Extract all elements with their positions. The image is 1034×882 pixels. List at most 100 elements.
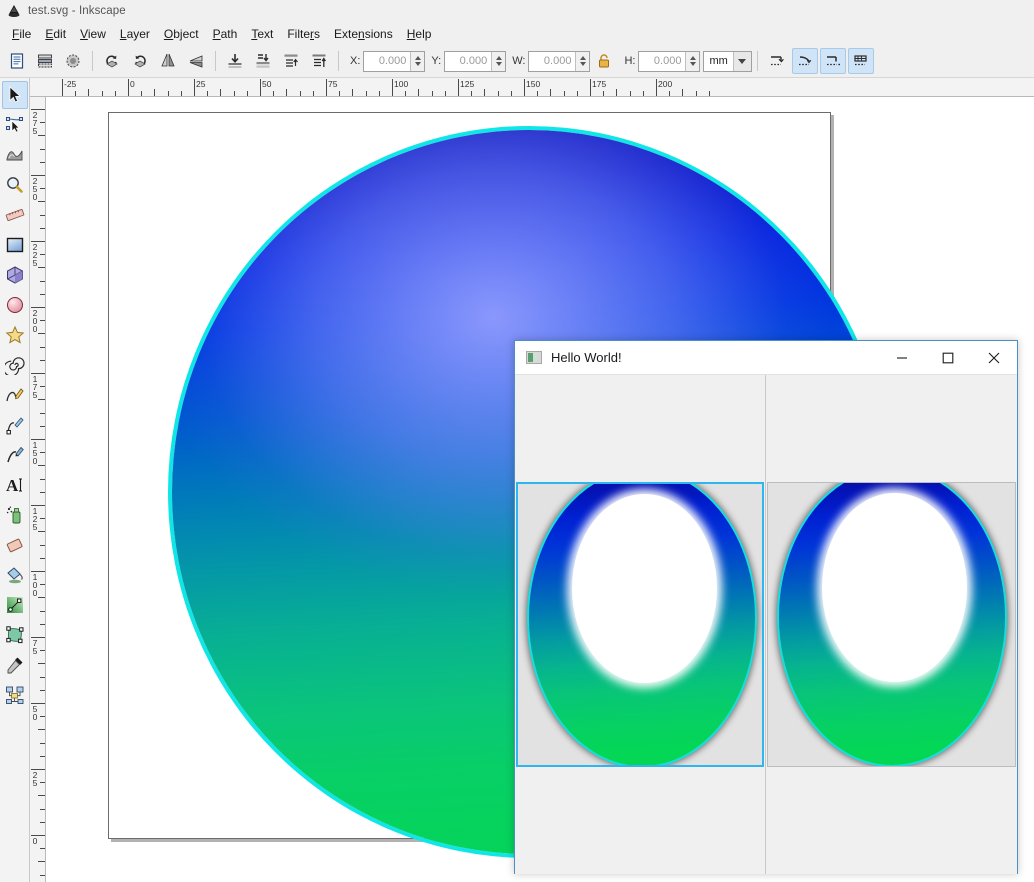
tweak-tool[interactable] bbox=[2, 141, 28, 169]
menu-object-rest: bject bbox=[173, 26, 199, 41]
ruler-subtick bbox=[682, 89, 684, 96]
ruler-subtick bbox=[38, 465, 45, 467]
vertical-ruler[interactable]: 2752502252001751501251007550250 bbox=[30, 97, 46, 882]
ruler-tick bbox=[194, 79, 195, 96]
ruler-label: 250 bbox=[32, 176, 38, 202]
ruler-subtick bbox=[40, 676, 45, 678]
left-image-frame[interactable] bbox=[516, 482, 764, 767]
menu-view[interactable]: View bbox=[73, 25, 113, 43]
ruler-subtick bbox=[114, 91, 116, 96]
pencil-tool[interactable] bbox=[2, 381, 28, 409]
menu-help[interactable]: Help bbox=[400, 25, 439, 43]
ruler-label: 225 bbox=[32, 242, 38, 268]
mesh-tool[interactable] bbox=[2, 621, 28, 649]
right-image-frame[interactable] bbox=[767, 482, 1016, 767]
menu-file-rest: ile bbox=[19, 26, 32, 41]
rotate-ccw-icon[interactable] bbox=[99, 48, 125, 74]
dialog-title-bar[interactable]: Hello World! bbox=[515, 341, 1017, 375]
ruler-subtick bbox=[616, 89, 618, 96]
width-field[interactable] bbox=[528, 50, 591, 72]
spiral-tool[interactable] bbox=[2, 351, 28, 379]
maximize-button[interactable] bbox=[925, 341, 971, 374]
ruler-subtick bbox=[286, 89, 288, 96]
ruler-subtick bbox=[510, 91, 512, 96]
menu-layer[interactable]: Layer bbox=[113, 25, 157, 43]
move-patterns-icon[interactable] bbox=[847, 48, 874, 74]
menu-extensions[interactable]: Extensions bbox=[327, 25, 400, 43]
selector-tool[interactable] bbox=[1, 81, 28, 109]
close-button[interactable] bbox=[971, 341, 1017, 374]
menu-filters[interactable]: Filters bbox=[280, 25, 327, 43]
ruler-subtick bbox=[40, 623, 45, 625]
raise-one-step-icon[interactable] bbox=[278, 48, 304, 74]
ruler-subtick bbox=[40, 412, 45, 414]
gradient-ring-preview[interactable] bbox=[779, 483, 1005, 765]
ruler-subtick bbox=[629, 91, 631, 96]
dropper-tool[interactable] bbox=[2, 651, 28, 679]
star-tool[interactable] bbox=[2, 321, 28, 349]
scale-stroke-width-icon[interactable] bbox=[791, 48, 818, 74]
scale-corners-icon[interactable] bbox=[819, 48, 846, 74]
layers-icon[interactable] bbox=[32, 48, 58, 74]
rectangle-tool[interactable] bbox=[2, 231, 28, 259]
measure-tool[interactable] bbox=[2, 201, 28, 229]
right-preview-panel[interactable] bbox=[766, 375, 1017, 874]
move-gradients-icon[interactable] bbox=[764, 48, 790, 74]
node-editor-tool[interactable] bbox=[2, 111, 28, 139]
x-field-label: X: bbox=[350, 55, 361, 67]
rotate-cw-icon[interactable] bbox=[127, 48, 153, 74]
gradient-tool[interactable] bbox=[2, 591, 28, 619]
spray-tool[interactable] bbox=[2, 501, 28, 529]
menu-text[interactable]: Text bbox=[244, 25, 280, 43]
ruler-subtick bbox=[38, 135, 45, 137]
unit-select[interactable]: mm bbox=[703, 50, 752, 72]
box3d-tool[interactable] bbox=[2, 261, 28, 289]
document-properties-icon[interactable] bbox=[4, 48, 30, 74]
x-field-stepper[interactable] bbox=[410, 51, 425, 71]
ruler-subtick bbox=[40, 386, 45, 388]
lower-to-bottom-icon[interactable] bbox=[222, 48, 248, 74]
height-field-stepper[interactable] bbox=[685, 51, 700, 71]
y-field-input[interactable] bbox=[445, 51, 492, 71]
ruler-label: -25 bbox=[64, 79, 77, 89]
flip-horizontal-icon[interactable] bbox=[155, 48, 181, 74]
minimize-button[interactable] bbox=[879, 341, 925, 374]
x-field[interactable] bbox=[363, 50, 426, 72]
menu-edit[interactable]: Edit bbox=[38, 25, 73, 43]
width-field-input[interactable] bbox=[529, 51, 576, 71]
paint-bucket-tool[interactable] bbox=[2, 561, 28, 589]
connector-tool[interactable] bbox=[2, 681, 28, 709]
right-panel-bottom-spacer bbox=[766, 767, 1017, 874]
raise-to-top-icon[interactable] bbox=[306, 48, 332, 74]
zoom-tool[interactable] bbox=[2, 171, 28, 199]
pen-tool[interactable] bbox=[2, 411, 28, 439]
menu-object[interactable]: Object bbox=[157, 25, 206, 43]
lower-one-step-icon[interactable] bbox=[250, 48, 276, 74]
horizontal-ruler[interactable]: -25 0 25 50 75 100 125 150 175 200 bbox=[30, 78, 1034, 97]
chevron-down-icon[interactable] bbox=[732, 51, 751, 71]
lock-aspect-ratio-icon[interactable] bbox=[591, 48, 617, 74]
ellipse-tool[interactable] bbox=[2, 291, 28, 319]
left-preview-panel[interactable] bbox=[515, 375, 766, 874]
x-field-input[interactable] bbox=[364, 51, 411, 71]
height-field-input[interactable] bbox=[639, 51, 686, 71]
y-field[interactable] bbox=[444, 50, 507, 72]
ruler-subtick bbox=[40, 874, 45, 876]
hello-world-dialog[interactable]: Hello World! bbox=[514, 340, 1018, 874]
menu-file[interactable]: File bbox=[5, 25, 38, 43]
width-field-stepper[interactable] bbox=[575, 51, 590, 71]
gradient-ring-preview[interactable] bbox=[529, 484, 755, 765]
y-field-stepper[interactable] bbox=[491, 51, 506, 71]
calligraphy-tool[interactable] bbox=[2, 441, 28, 469]
eraser-tool[interactable] bbox=[2, 531, 28, 559]
left-panel-top-spacer bbox=[515, 375, 765, 482]
menu-path[interactable]: Path bbox=[206, 25, 245, 43]
svg-text:A: A bbox=[6, 476, 19, 495]
text-tool[interactable]: A bbox=[2, 471, 28, 499]
toolbar-separator bbox=[338, 51, 339, 71]
flip-vertical-icon[interactable] bbox=[183, 48, 209, 74]
ruler-subtick bbox=[40, 188, 45, 190]
height-field[interactable] bbox=[638, 50, 701, 72]
objects-icon[interactable] bbox=[60, 48, 86, 74]
menu-path-rest: ath bbox=[220, 26, 238, 41]
